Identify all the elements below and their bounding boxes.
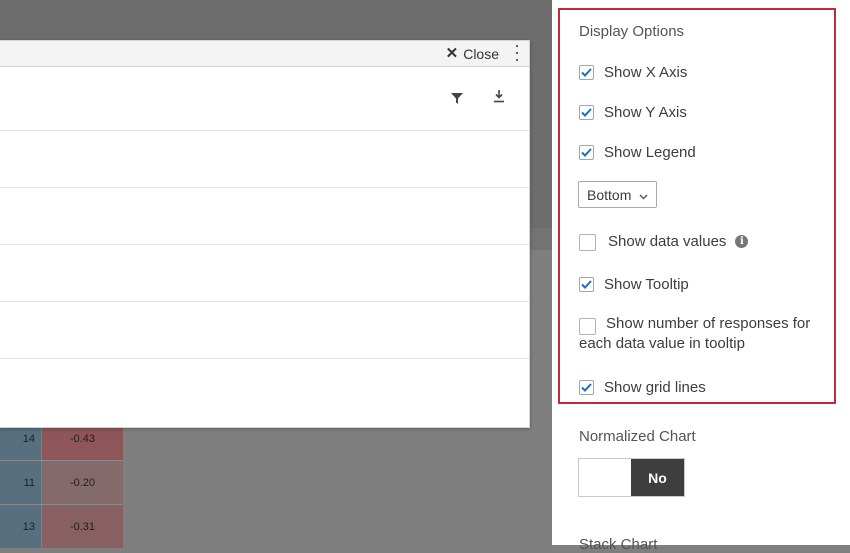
show-legend-label: Show Legend <box>604 144 696 161</box>
checkbox-checked-icon <box>579 277 594 292</box>
table-row-divider <box>0 130 529 131</box>
toggle-off-side <box>579 459 631 496</box>
settings-panel: Display Options Show X Axis Show Y Axis … <box>552 0 850 553</box>
show-responses-label-line2: each data value in tooltip <box>579 335 745 352</box>
show-x-axis-checkbox[interactable]: Show X Axis <box>579 63 687 82</box>
close-button[interactable]: ✕ Close <box>446 46 499 62</box>
show-tooltip-label: Show Tooltip <box>604 276 689 293</box>
heatmap-cell: -0.20 <box>42 461 123 504</box>
display-options-title: Display Options <box>579 23 685 40</box>
checkbox-checked-icon <box>579 145 594 160</box>
normalized-chart-toggle[interactable]: No <box>578 458 685 497</box>
checkbox-checked-icon <box>579 105 594 120</box>
table-row-divider <box>0 358 529 359</box>
download-icon[interactable] <box>493 89 505 108</box>
info-icon[interactable]: i <box>735 235 749 248</box>
show-y-axis-checkbox[interactable]: Show Y Axis <box>579 103 687 122</box>
heatmap-cell: -0.31 <box>42 505 123 548</box>
legend-position-select[interactable]: Bottom <box>578 181 658 208</box>
checkbox-checked-icon <box>579 380 594 395</box>
show-x-axis-label: Show X Axis <box>604 64 688 81</box>
toggle-value: No <box>631 459 684 496</box>
show-grid-lines-checkbox[interactable]: Show grid lines <box>579 378 706 397</box>
table-row-divider <box>0 187 529 188</box>
legend-position-value: Bottom <box>587 186 632 203</box>
data-modal: ✕ Close <box>0 40 530 428</box>
table-row-divider <box>0 301 529 302</box>
show-y-axis-label: Show Y Axis <box>604 104 687 121</box>
chevron-down-icon <box>639 187 648 203</box>
kebab-menu-icon[interactable] <box>515 45 519 61</box>
show-data-values-label: Show data values <box>608 233 727 250</box>
modal-header: ✕ Close <box>0 41 529 67</box>
checkbox-checked-icon <box>579 65 594 80</box>
close-label: Close <box>463 46 499 62</box>
show-responses-label-line1: Show number of responses for <box>606 315 811 332</box>
table-row-divider <box>0 244 529 245</box>
filter-icon[interactable] <box>451 91 463 109</box>
checkbox-unchecked-icon <box>579 234 596 251</box>
show-legend-checkbox[interactable]: Show Legend <box>579 143 696 162</box>
show-data-values-checkbox[interactable]: Show data values i <box>579 232 749 251</box>
show-tooltip-checkbox[interactable]: Show Tooltip <box>579 275 689 294</box>
heatmap-cell: 11 <box>0 461 41 504</box>
show-grid-lines-label: Show grid lines <box>604 379 706 396</box>
normalized-chart-title: Normalized Chart <box>579 428 696 445</box>
close-icon: ✕ <box>445 45 459 62</box>
show-responses-label: Show number of responses for each data v… <box>579 314 839 354</box>
heatmap-cell: 13 <box>0 505 41 548</box>
